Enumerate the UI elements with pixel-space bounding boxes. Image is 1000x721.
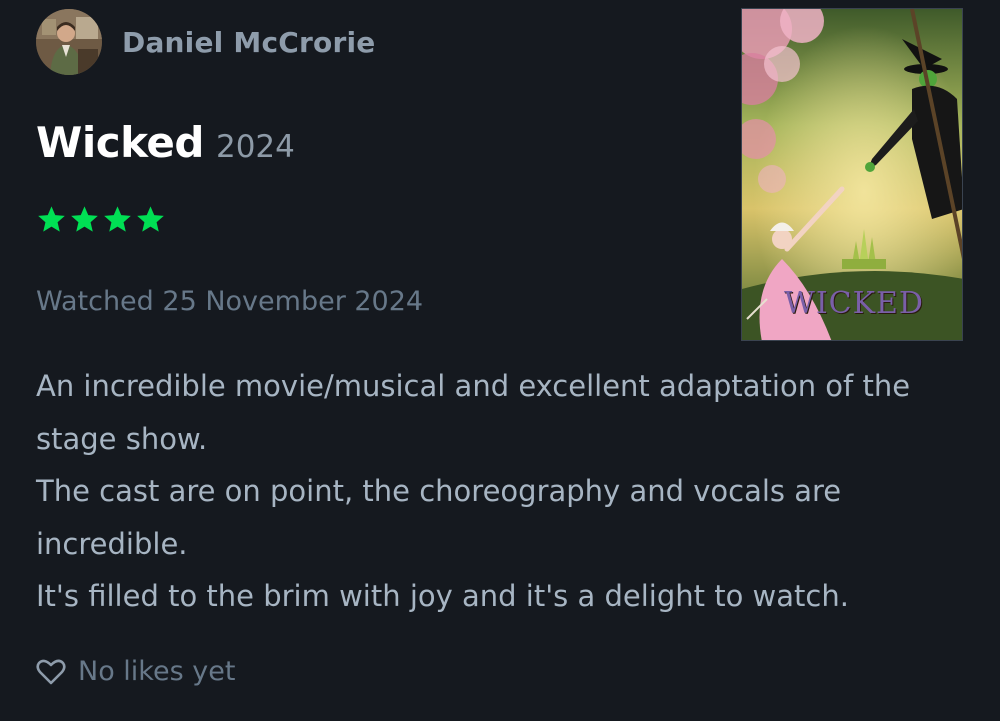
likes-row[interactable]: No likes yet <box>36 656 235 687</box>
film-year[interactable]: 2024 <box>216 129 295 165</box>
review-paragraph: It's filled to the brim with joy and it'… <box>36 579 849 613</box>
author-name[interactable]: Daniel McCrorie <box>122 26 375 59</box>
heart-outline-icon[interactable] <box>36 658 66 686</box>
avatar-image <box>36 9 102 75</box>
film-title-row: Wicked 2024 <box>36 118 295 167</box>
likes-label: No likes yet <box>78 656 236 687</box>
review-card: Daniel McCrorie Wicked 2024 Watched 25 N… <box>0 0 1000 721</box>
film-poster[interactable]: WICKED WICKED <box>741 8 963 341</box>
star-rating <box>36 204 166 235</box>
review-body: An incredible movie/musical and excellen… <box>36 360 966 623</box>
star-icon <box>38 206 65 232</box>
star-icon <box>137 206 164 232</box>
watched-date: Watched 25 November 2024 <box>36 286 424 317</box>
author-row: Daniel McCrorie <box>36 8 375 76</box>
review-paragraph: The cast are on point, the choreography … <box>36 474 842 561</box>
star-icon <box>104 206 131 232</box>
film-title[interactable]: Wicked <box>36 118 204 167</box>
review-paragraph: An incredible movie/musical and excellen… <box>36 369 911 456</box>
star-icon <box>71 206 98 232</box>
poster-title-overlay: WICKED <box>784 286 924 321</box>
poster-image: WICKED WICKED <box>742 9 962 340</box>
author-avatar[interactable] <box>36 9 102 75</box>
